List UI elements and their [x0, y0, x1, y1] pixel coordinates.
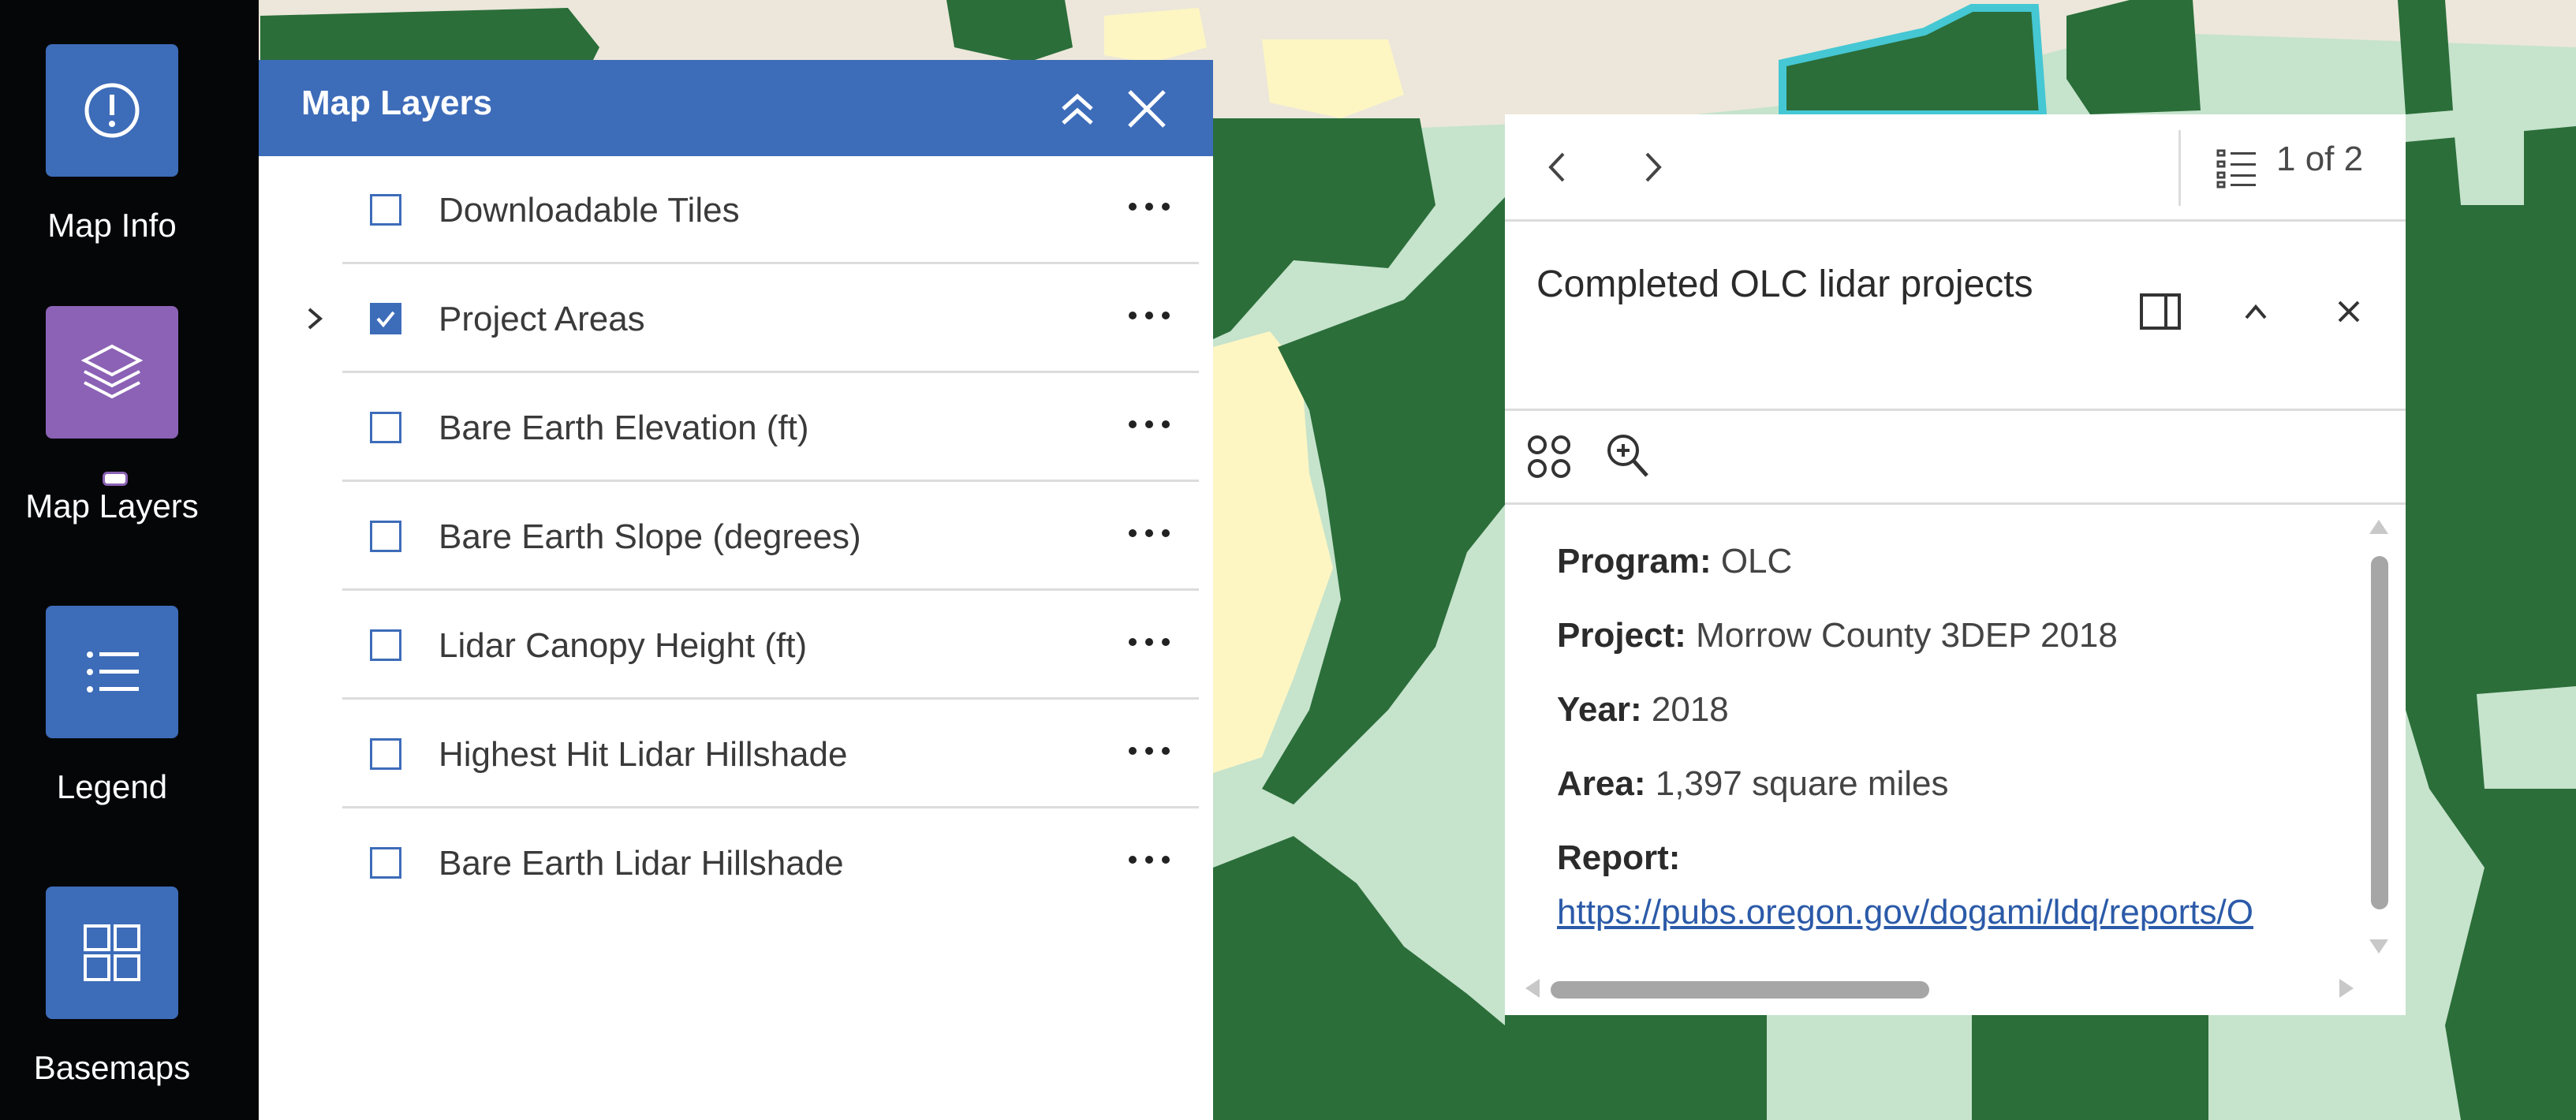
divider	[1505, 219, 2406, 222]
field-report: Report:	[1557, 838, 1680, 878]
popup-title: Completed OLC lidar projects	[1536, 263, 2033, 305]
layer-name: Highest Hit Lidar Hillshade	[439, 735, 848, 774]
map-forest-area	[2398, 0, 2453, 114]
layer-name: Bare Earth Elevation (ft)	[439, 409, 809, 447]
legend-button[interactable]	[46, 606, 178, 738]
list-icon	[87, 651, 139, 693]
dock-icon[interactable]	[2139, 293, 2182, 332]
layer-item[interactable]: Lidar Canopy Height (ft)	[259, 592, 1213, 700]
more-options-icon[interactable]	[1122, 842, 1177, 877]
collapse-icon[interactable]	[1055, 88, 1099, 133]
report-link[interactable]: https://pubs.oregon.gov/dogami/ldq/repor…	[1557, 893, 2294, 932]
info-icon	[84, 83, 140, 138]
layer-item[interactable]: Downloadable Tiles	[259, 156, 1213, 264]
divider	[342, 371, 1199, 373]
field-label: Report:	[1557, 838, 1681, 877]
map-info-button[interactable]	[46, 44, 178, 177]
more-options-icon[interactable]	[1122, 298, 1177, 333]
divider	[342, 697, 1199, 700]
map-forest-area	[1972, 1015, 2208, 1120]
field-project: Project: Morrow County 3DEP 2018	[1557, 616, 2118, 655]
layer-name: Downloadable Tiles	[439, 191, 740, 230]
field-value: Morrow County 3DEP 2018	[1696, 616, 2118, 655]
layer-item[interactable]: Bare Earth Elevation (ft)	[259, 374, 1213, 482]
scroll-left-icon[interactable]	[1521, 976, 1544, 1001]
panel-header: Map Layers	[259, 60, 1213, 156]
feature-list-icon[interactable]	[2215, 146, 2259, 190]
map-forest-area	[1505, 1015, 1767, 1120]
map-layers-label: Map Layers	[25, 487, 199, 525]
layer-name: Bare Earth Slope (degrees)	[439, 517, 861, 556]
page-count: 1 of 2	[2276, 140, 2364, 178]
scroll-up-icon[interactable]	[2366, 515, 2391, 539]
field-label: Area:	[1557, 764, 1646, 803]
layer-item[interactable]: Bare Earth Lidar Hillshade	[259, 809, 1213, 917]
chevron-up-icon[interactable]	[2240, 297, 2272, 326]
layers-icon	[80, 344, 144, 399]
scroll-down-icon[interactable]	[2366, 935, 2391, 958]
map-parcel	[2477, 686, 2576, 789]
divider	[342, 806, 1199, 808]
field-value: 2018	[1651, 690, 1729, 729]
zoom-in-icon[interactable]	[1604, 431, 1652, 480]
map-layers-panel: Map Layers Downloadable Tiles Project Are…	[259, 60, 1213, 1120]
layer-item[interactable]: Highest Hit Lidar Hillshade	[259, 700, 1213, 808]
layer-checkbox[interactable]	[370, 303, 401, 334]
divider	[1505, 409, 2406, 411]
field-label: Year:	[1557, 690, 1642, 729]
field-label: Program:	[1557, 542, 1712, 581]
layer-item[interactable]: Project Areas	[259, 265, 1213, 373]
layer-checkbox[interactable]	[370, 629, 401, 661]
previous-icon[interactable]	[1541, 147, 1573, 187]
horizontal-scrollbar-thumb[interactable]	[1551, 981, 1929, 999]
divider	[342, 588, 1199, 591]
panel-title: Map Layers	[301, 84, 493, 122]
close-icon[interactable]	[2333, 296, 2365, 327]
layer-name: Bare Earth Lidar Hillshade	[439, 844, 844, 883]
field-year: Year: 2018	[1557, 690, 1729, 730]
divider	[342, 480, 1199, 482]
basemaps-button[interactable]	[46, 887, 178, 1019]
layer-checkbox[interactable]	[370, 847, 401, 879]
active-indicator	[103, 472, 128, 486]
check-icon	[376, 311, 395, 328]
more-options-icon[interactable]	[1122, 516, 1177, 551]
layer-item[interactable]: Bare Earth Slope (degrees)	[259, 483, 1213, 591]
field-value: 1,397 square miles	[1655, 764, 1949, 803]
zoom-to-icon[interactable]	[1525, 433, 1573, 480]
divider	[2178, 130, 2181, 206]
layer-checkbox[interactable]	[370, 194, 401, 226]
map-info-label: Map Info	[47, 207, 177, 244]
map-parcel	[2453, 118, 2524, 205]
close-icon[interactable]	[1125, 87, 1169, 131]
vertical-scrollbar-thumb[interactable]	[2371, 556, 2388, 909]
field-program: Program: OLC	[1557, 542, 1792, 581]
next-icon[interactable]	[1637, 147, 1669, 187]
chevron-right-icon[interactable]	[298, 297, 330, 341]
more-options-icon[interactable]	[1122, 625, 1177, 659]
map-layers-button[interactable]	[46, 306, 178, 439]
field-area: Area: 1,397 square miles	[1557, 764, 1949, 804]
legend-label: Legend	[56, 768, 168, 805]
more-options-icon[interactable]	[1122, 189, 1177, 224]
basemaps-label: Basemaps	[33, 1049, 191, 1086]
scroll-right-icon[interactable]	[2335, 976, 2358, 1001]
feature-popup: 1 of 2 Completed OLC lidar projects Prog…	[1505, 114, 2406, 1015]
more-options-icon[interactable]	[1122, 734, 1177, 768]
map-forest-area	[2066, 0, 2201, 114]
divider	[342, 262, 1199, 264]
layer-checkbox[interactable]	[370, 521, 401, 552]
field-label: Project:	[1557, 616, 1686, 655]
layer-name: Lidar Canopy Height (ft)	[439, 626, 808, 665]
layer-checkbox[interactable]	[370, 738, 401, 770]
grid-icon	[84, 924, 140, 981]
sidebar: Map Info Map Layers Legend Basemaps	[0, 0, 259, 1120]
divider	[1505, 502, 2406, 505]
more-options-icon[interactable]	[1122, 407, 1177, 442]
layer-checkbox[interactable]	[370, 412, 401, 443]
layer-name: Project Areas	[439, 300, 645, 338]
field-value: OLC	[1720, 542, 1793, 581]
